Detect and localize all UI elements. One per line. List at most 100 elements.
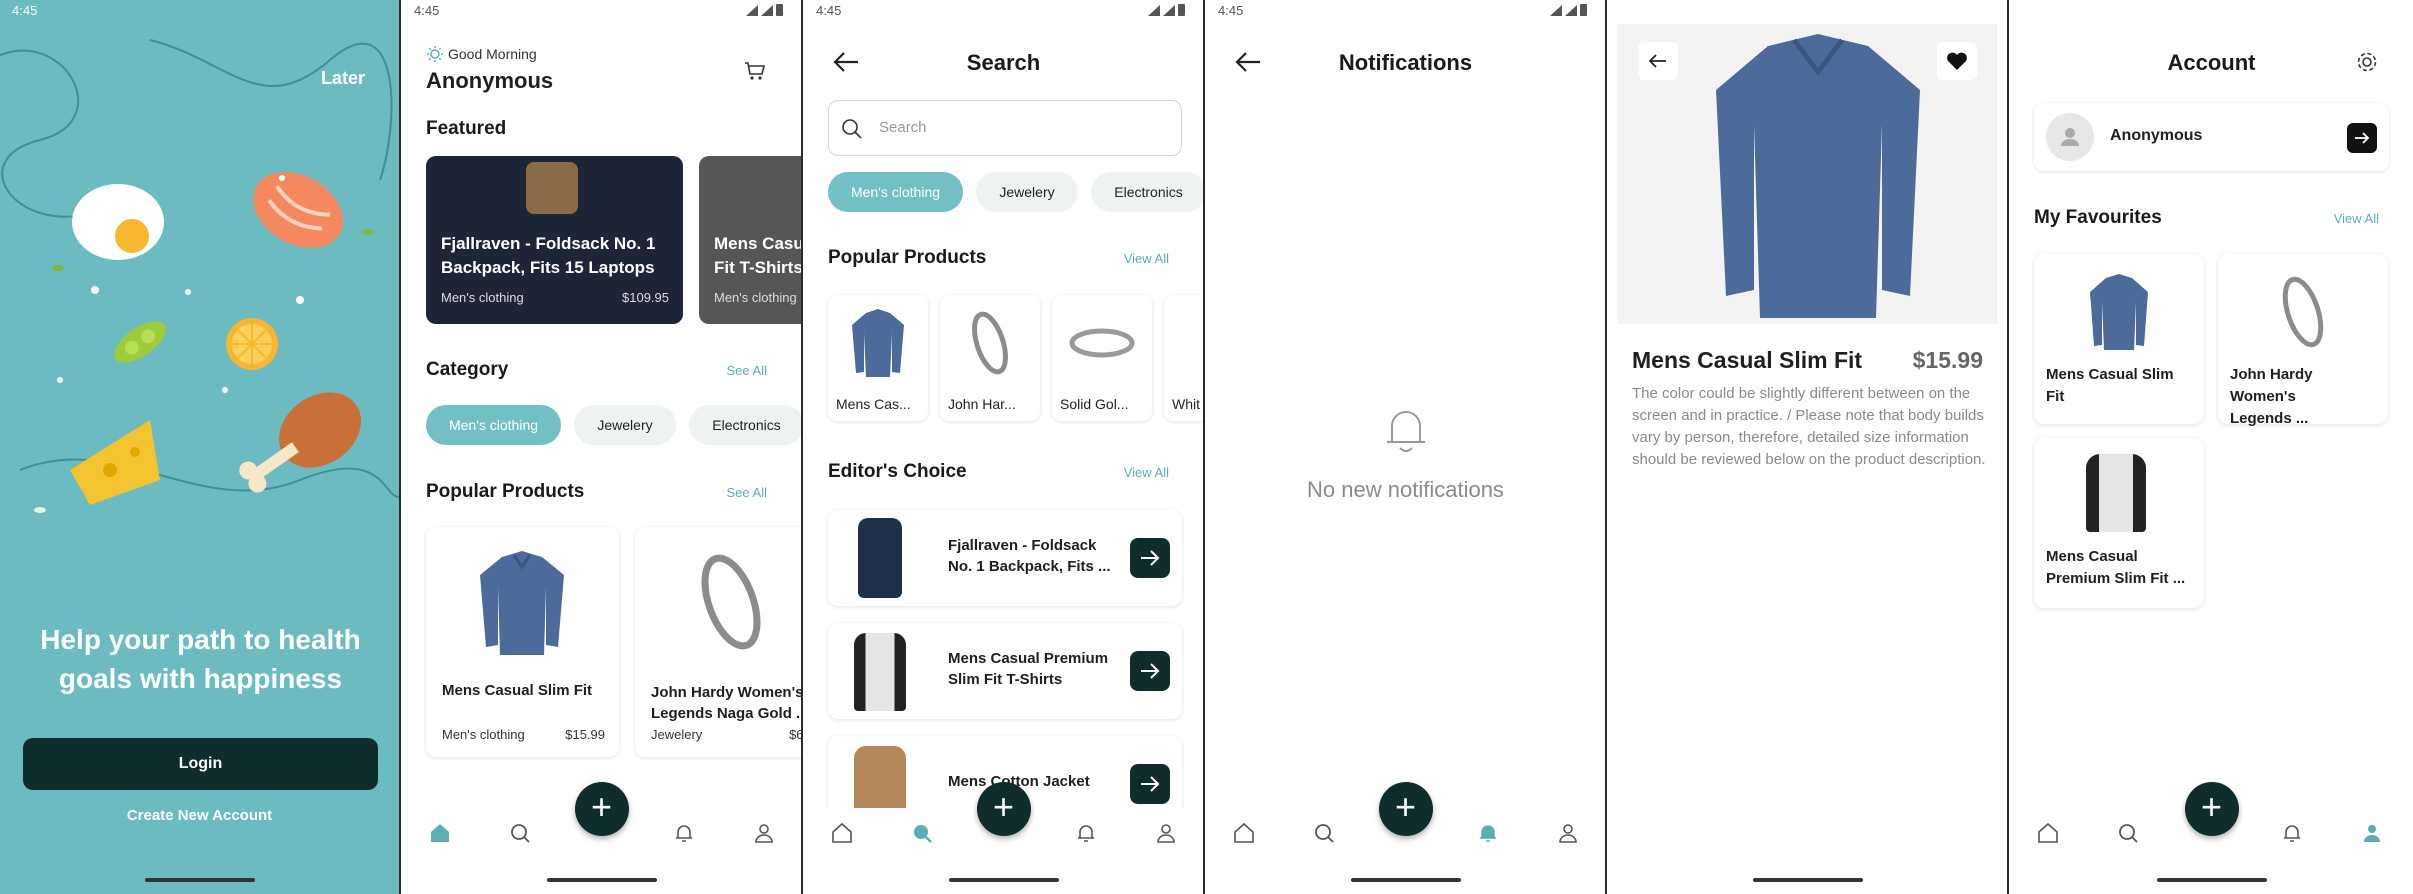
person-icon[interactable] <box>1153 820 1179 846</box>
shirt-image <box>852 309 904 377</box>
bracelet-image <box>972 311 1008 375</box>
person-icon[interactable] <box>2359 820 2385 846</box>
person-icon[interactable] <box>751 820 777 846</box>
bracelet-image <box>2282 276 2324 348</box>
category-see-all[interactable]: See All <box>727 363 767 378</box>
back-button[interactable] <box>1638 42 1678 80</box>
product-price: $15.99 <box>565 727 605 742</box>
gear-icon[interactable] <box>2355 50 2379 74</box>
product-tile[interactable]: Mens Cas... <box>828 295 928 421</box>
chip-jewelery[interactable]: Jewelery <box>976 172 1078 212</box>
product-category: Men's clothing <box>442 727 525 742</box>
user-arrow-button[interactable] <box>2347 123 2377 153</box>
editors-title: Editor's Choice <box>828 461 967 482</box>
search-icon[interactable] <box>2115 820 2141 846</box>
status-icons <box>746 4 783 16</box>
plus-icon: + <box>1394 786 1417 827</box>
page-title: Account <box>2167 50 2256 75</box>
gesture-bar <box>1350 878 1461 882</box>
chip-electronics[interactable]: Electronics <box>1091 172 1203 212</box>
featured-card[interactable]: Fjallraven - Foldsack No. 1 Backpack, Fi… <box>426 156 683 324</box>
arrow-button[interactable] <box>1130 651 1170 691</box>
bell-icon[interactable] <box>2279 820 2305 846</box>
add-fab[interactable]: + <box>574 782 629 836</box>
gesture-bar <box>546 878 657 882</box>
category-title: Category <box>426 359 509 380</box>
login-button[interactable]: Login <box>23 738 378 790</box>
product-tile[interactable]: John Har... <box>940 295 1040 421</box>
product-category: Jewelery <box>651 727 703 742</box>
search-icon[interactable] <box>909 820 935 846</box>
user-card[interactable]: Anonymous <box>2034 103 2389 171</box>
editor-item-title: Mens Casual Premium Slim Fit T-Shirts <box>948 650 1109 688</box>
chip-mens-clothing[interactable]: Men's clothing <box>426 405 561 445</box>
home-screen: 4:45 Good Morning Anonymous Featured Fja… <box>402 0 803 894</box>
arrow-right-icon <box>1141 663 1160 679</box>
empty-state-text: No new notifications <box>1307 477 1504 502</box>
home-icon[interactable] <box>2035 820 2061 846</box>
editors-view-all[interactable]: View All <box>1124 465 1169 480</box>
create-account-link[interactable]: Create New Account <box>0 807 399 824</box>
status-bar: 4:45 <box>402 0 801 22</box>
editor-item[interactable]: Fjallraven - Foldsack No. 1 Backpack, Fi… <box>828 510 1182 606</box>
favourites-view-all[interactable]: View All <box>2334 211 2379 226</box>
cart-icon[interactable] <box>743 60 767 82</box>
shirt-image <box>2090 274 2148 350</box>
product-price: $695 <box>789 727 803 742</box>
popular-see-all[interactable]: See All <box>727 485 767 500</box>
search-icon[interactable] <box>1311 820 1337 846</box>
product-card[interactable]: Mens Casual Slim Fit Men's clothing $15.… <box>426 527 619 757</box>
home-icon[interactable] <box>1231 820 1257 846</box>
page-title: Search <box>966 50 1041 75</box>
chip-electronics[interactable]: Electronics <box>689 405 801 445</box>
product-tile-title: Whit <box>1172 396 1200 412</box>
sun-icon <box>427 46 443 62</box>
search-input[interactable]: Search <box>828 100 1182 156</box>
product-tile[interactable]: Whit <box>1164 295 1203 421</box>
product-tile-title: Solid Gol... <box>1060 396 1129 412</box>
featured-card-title: Fjallraven - Foldsack No. 1 Backpack, Fi… <box>441 234 656 277</box>
bell-icon[interactable] <box>1475 820 1501 846</box>
tshirt-image <box>2086 454 2146 532</box>
arrow-right-icon <box>1141 776 1160 792</box>
product-title: John Hardy Women's Legends Naga Gold ... <box>651 684 803 722</box>
product-title: Mens Casual Slim Fit <box>442 682 593 699</box>
welcome-headline: Help your path to health goals with happ… <box>40 624 361 694</box>
popular-title: Popular Products <box>828 247 987 268</box>
featured-card[interactable]: Mens Casual Premium Slim Fit T-Shirts Me… <box>699 156 803 324</box>
search-icon[interactable] <box>507 820 533 846</box>
user-name: Anonymous <box>2110 127 2203 144</box>
product-tile[interactable]: Solid Gol... <box>1052 295 1152 421</box>
popular-view-all[interactable]: View All <box>1124 251 1169 266</box>
bell-icon[interactable] <box>671 820 697 846</box>
arrow-right-icon <box>2355 132 2370 144</box>
popular-title: Popular Products <box>426 481 585 502</box>
add-fab[interactable]: + <box>2184 782 2239 836</box>
chip-jewelery[interactable]: Jewelery <box>574 405 676 445</box>
featured-title: Featured <box>426 118 507 139</box>
chip-mens-clothing[interactable]: Men's clothing <box>828 172 963 212</box>
add-fab[interactable]: + <box>976 782 1031 836</box>
favourite-card[interactable]: Mens Casual Premium Slim Fit ... <box>2034 438 2204 608</box>
featured-card-price: $109.95 <box>622 290 669 305</box>
favourite-button[interactable] <box>1937 42 1977 80</box>
editor-item[interactable]: Mens Casual Premium Slim Fit T-Shirts <box>828 623 1182 719</box>
bell-icon[interactable] <box>1073 820 1099 846</box>
search-screen: 4:45 Search Search Men's clothing Jewele… <box>804 0 1205 894</box>
featured-card-category: Men's clothing <box>714 290 797 305</box>
later-link[interactable]: Later <box>321 68 365 89</box>
product-title: Mens Casual Slim Fit <box>1632 347 1863 373</box>
favourite-card[interactable]: Mens Casual Slim Fit <box>2034 254 2204 424</box>
arrow-button[interactable] <box>1130 538 1170 578</box>
product-card[interactable]: John Hardy Women's Legends Naga Gold ...… <box>635 527 803 757</box>
home-icon[interactable] <box>427 820 453 846</box>
bell-icon <box>1387 411 1425 452</box>
favourites-title: My Favourites <box>2034 207 2162 228</box>
add-fab[interactable]: + <box>1378 782 1433 836</box>
person-icon[interactable] <box>1555 820 1581 846</box>
home-icon[interactable] <box>829 820 855 846</box>
favourite-card[interactable]: John Hardy Women's Legends ... <box>2218 254 2388 427</box>
featured-card-title: Mens Casual Premium Slim Fit T-Shirts <box>714 234 803 277</box>
avatar <box>2046 113 2094 161</box>
arrow-button[interactable] <box>1130 764 1170 804</box>
